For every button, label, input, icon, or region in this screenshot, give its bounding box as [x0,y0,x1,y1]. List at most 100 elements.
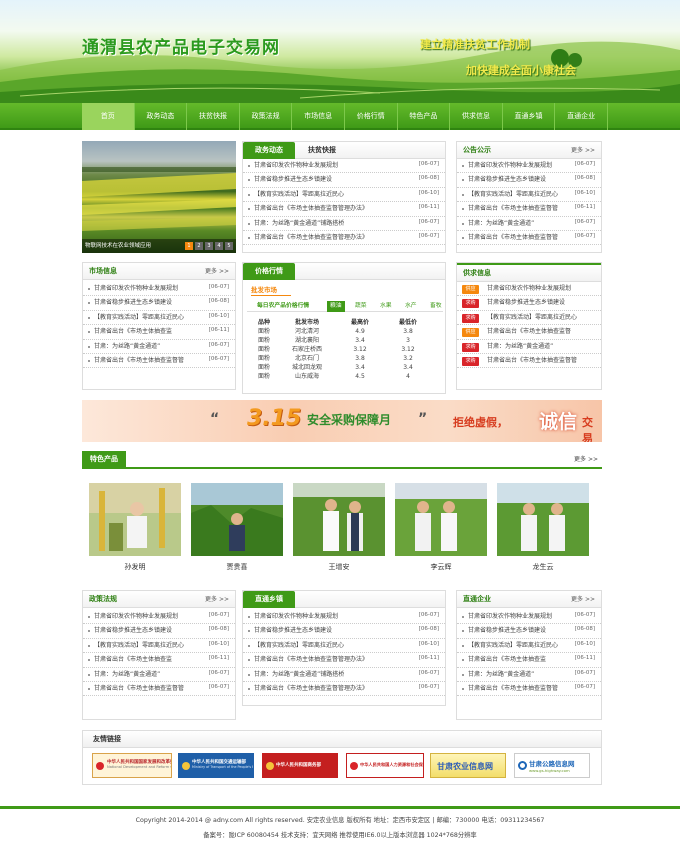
cat-aquatic[interactable]: 水产 [405,301,417,312]
nav-item-policy[interactable]: 政策法规 [240,103,293,130]
list-item[interactable]: 甘肃省印发农作物种业发展规划 [06-07] [243,159,445,174]
list-item[interactable]: 甘肃省出台《市场主体抽查监督管 [06-07] [83,354,235,369]
list-item[interactable]: 甘肃省印发农作物种业发展规划 [06-07] [457,159,601,174]
table-row: 面粉 石家庄桥西 3.12 3.12 [257,346,415,353]
nav-item-towns[interactable]: 直通乡镇 [503,103,556,130]
slideshow[interactable]: 物联网技术在农业领域应用 1 2 3 4 5 [82,141,236,253]
nav-item-products[interactable]: 特色产品 [398,103,451,130]
market-more-link[interactable]: 更多 >> [205,263,229,280]
nav-item-market[interactable]: 市场信息 [292,103,345,130]
product-name-5[interactable]: 龙生云 [497,562,589,572]
products-header: 特色产品 更多 >> [82,451,602,469]
product-photo-1[interactable] [89,483,181,556]
product-name-1[interactable]: 孙发明 [89,562,181,572]
cat-fruit[interactable]: 水果 [380,301,392,312]
nav-item-gov-news[interactable]: 政务动态 [135,103,188,130]
list-item[interactable]: 甘肃：为丝路“黄金通道” [06-07] [457,217,601,231]
slide-page-1[interactable]: 1 [185,242,193,250]
link-commerce[interactable]: 中华人民共和国商务部 [262,753,338,778]
product-name-4[interactable]: 李云辉 [395,562,487,572]
list-item[interactable]: 求购 甘肃省出台《市场主体抽查监督管 [457,354,601,369]
list-item[interactable]: 甘肃省出台《市场主体抽查监督管理办法》 [06-11] [243,202,445,217]
list-item[interactable]: 供应 甘肃省印发农作物种业发展规划 [457,282,601,297]
list-item[interactable]: 甘肃省印发农作物种业发展规划 [06-07] [457,610,601,625]
list-item[interactable]: 甘肃省稳步推进生态乡镇建设 [06-08] [83,296,235,311]
ad-banner-315[interactable]: “ 3.15 安全采购保障月 ” 拒绝虚假， 诚信 交易 [82,400,602,442]
product-name-2[interactable]: 贾贵喜 [191,562,283,572]
towns-panel: 直通乡镇 甘肃省印发农作物种业发展规划 [06-07] 甘肃省稳步推进生态乡镇建设… [242,590,446,706]
cat-grain-oil[interactable]: 粮油 [327,301,345,312]
product-photo-4[interactable] [395,483,487,556]
nav-item-poverty[interactable]: 扶贫快报 [187,103,240,130]
supply-panel: 供求信息 供应 甘肃省印发农作物种业发展规划 求购 甘肃省稳步推进生态乡镇建设 求购… [456,262,602,390]
list-item[interactable]: 甘肃：为丝路“黄金通道” [06-07] [83,340,235,354]
list-item[interactable]: 甘肃省稳步推进生态乡镇建设 [06-08] [457,624,601,639]
tab-gov-news[interactable]: 政务动态 [243,142,295,159]
list-item[interactable]: 甘肃省印发农作物种业发展规划 [06-07] [83,282,235,297]
link-transport[interactable]: 中华人民共和国交通运输部 Ministry of Transport of th… [178,753,254,778]
list-item[interactable]: 甘肃省出台《市场主体抽查监督管理办法》 [06-11] [243,653,445,668]
list-item[interactable]: 甘肃省出台《市场主体抽查监督管 [06-07] [457,231,601,246]
list-item[interactable]: 甘肃：为丝路“黄金通道”铺路搭桥 [06-07] [243,668,445,682]
product-photo-5[interactable] [497,483,589,556]
emblem-icon [350,762,358,770]
list-item[interactable]: 甘肃省印发农作物种业发展规划 [06-07] [243,610,445,625]
list-item[interactable]: 甘肃：为丝路“黄金通道”铺路搭桥 [06-07] [243,217,445,231]
list-item[interactable]: 甘肃省出台《市场主体抽查监督管 [06-11] [457,202,601,217]
demand-tag: 求购 [462,313,479,323]
list-item[interactable]: 求购 【教育实践活动】零距离拉近民心 [457,311,601,326]
slide-page-5[interactable]: 5 [225,242,233,250]
slide-page-3[interactable]: 3 [205,242,213,250]
list-item[interactable]: 甘肃省出台《市场主体抽查监 [06-11] [83,653,235,668]
list-item[interactable]: 甘肃省稳步推进生态乡镇建设 [06-08] [243,173,445,188]
list-item[interactable]: 【教育实践活动】零距离拉近民心 [06-10] [83,639,235,654]
notice-more-link[interactable]: 更多 >> [571,142,595,159]
list-item[interactable]: 甘肃省出台《市场主体抽查监 [06-11] [457,653,601,668]
link-ndrc[interactable]: 中华人民共和国国家发展和改革委员会 National Development a… [92,753,172,778]
table-row: 面粉 城北回龙观 3.4 3.4 [257,364,413,371]
link-gs-highway[interactable]: 甘肃公路信息网 www.gs-highway.com [514,753,590,778]
ad-integrity-word: 诚信 [539,411,578,433]
list-item[interactable]: 甘肃：为丝路“黄金通道” [06-07] [83,668,235,682]
list-item[interactable]: 甘肃省印发农作物种业发展规划 [06-07] [83,610,235,625]
nav-item-supply[interactable]: 供求信息 [450,103,503,130]
list-item[interactable]: 【教育实践活动】零距离拉近民心 [06-10] [243,188,445,203]
policy-more-link[interactable]: 更多 >> [205,591,229,608]
cat-vegetables[interactable]: 蔬菜 [355,301,367,312]
list-item[interactable]: 求购 甘肃：为丝路“黄金通道” [457,340,601,354]
list-item[interactable]: 供应 甘肃省出台《市场主体抽查监督 [457,325,601,340]
product-name-3[interactable]: 王增安 [293,562,385,572]
tab-poverty-news[interactable]: 扶贫快报 [299,142,345,159]
list-item[interactable]: 甘肃省出台《市场主体抽查监 [06-11] [83,325,235,340]
list-item[interactable]: 【教育实践活动】零距离拉近民心 [06-10] [83,311,235,326]
list-item[interactable]: 甘肃省出台《市场主体抽查监督管理办法》 [06-07] [243,682,445,697]
cat-livestock[interactable]: 畜牧 [430,301,442,312]
list-item[interactable]: 【教育实践活动】零距离拉近民心 [06-10] [243,639,445,654]
list-item[interactable]: 甘肃省出台《市场主体抽查监督管理办法》 [06-07] [243,231,445,246]
product-photo-2[interactable] [191,483,283,556]
nav-item-price[interactable]: 价格行情 [345,103,398,130]
link-gs-agri[interactable]: 甘肃农业信息网 [430,753,506,778]
list-item[interactable]: 甘肃：为丝路“黄金通道” [06-07] [457,668,601,682]
nav-item-home[interactable]: 首页 [82,103,135,130]
nav-item-companies[interactable]: 直通企业 [555,103,608,130]
slide-page-4[interactable]: 4 [215,242,223,250]
list-item[interactable]: 甘肃省稳步推进生态乡镇建设 [06-08] [457,173,601,188]
companies-more-link[interactable]: 更多 >> [571,591,595,608]
list-item[interactable]: 甘肃省稳步推进生态乡镇建设 [06-08] [243,624,445,639]
link-hrss[interactable]: 中华人民共和国人力资源和社会保障部 [346,753,424,778]
footer-divider [0,806,680,809]
list-item[interactable]: 甘肃省出台《市场主体抽查监督管 [06-07] [83,682,235,697]
list-item[interactable]: 【教育实践活动】零距离拉近民心 [06-10] [457,188,601,203]
slide-page-2[interactable]: 2 [195,242,203,250]
list-item[interactable]: 甘肃省出台《市场主体抽查监督管 [06-07] [457,682,601,697]
product-photo-3[interactable] [293,483,385,556]
notice-title: 公告公示 [463,146,491,154]
products-more-link[interactable]: 更多 >> [574,451,598,468]
table-row: 面粉 湖北襄阳 3.4 3 [257,337,410,344]
list-item[interactable]: 甘肃省稳步推进生态乡镇建设 [06-08] [83,624,235,639]
list-item[interactable]: 【教育实践活动】零距离拉近民心 [06-10] [457,639,601,654]
ad-slogan-2: 交易 [582,416,593,442]
list-item[interactable]: 求购 甘肃省稳步推进生态乡镇建设 [457,296,601,311]
ad-headline: 安全采购保障月 [307,413,392,427]
